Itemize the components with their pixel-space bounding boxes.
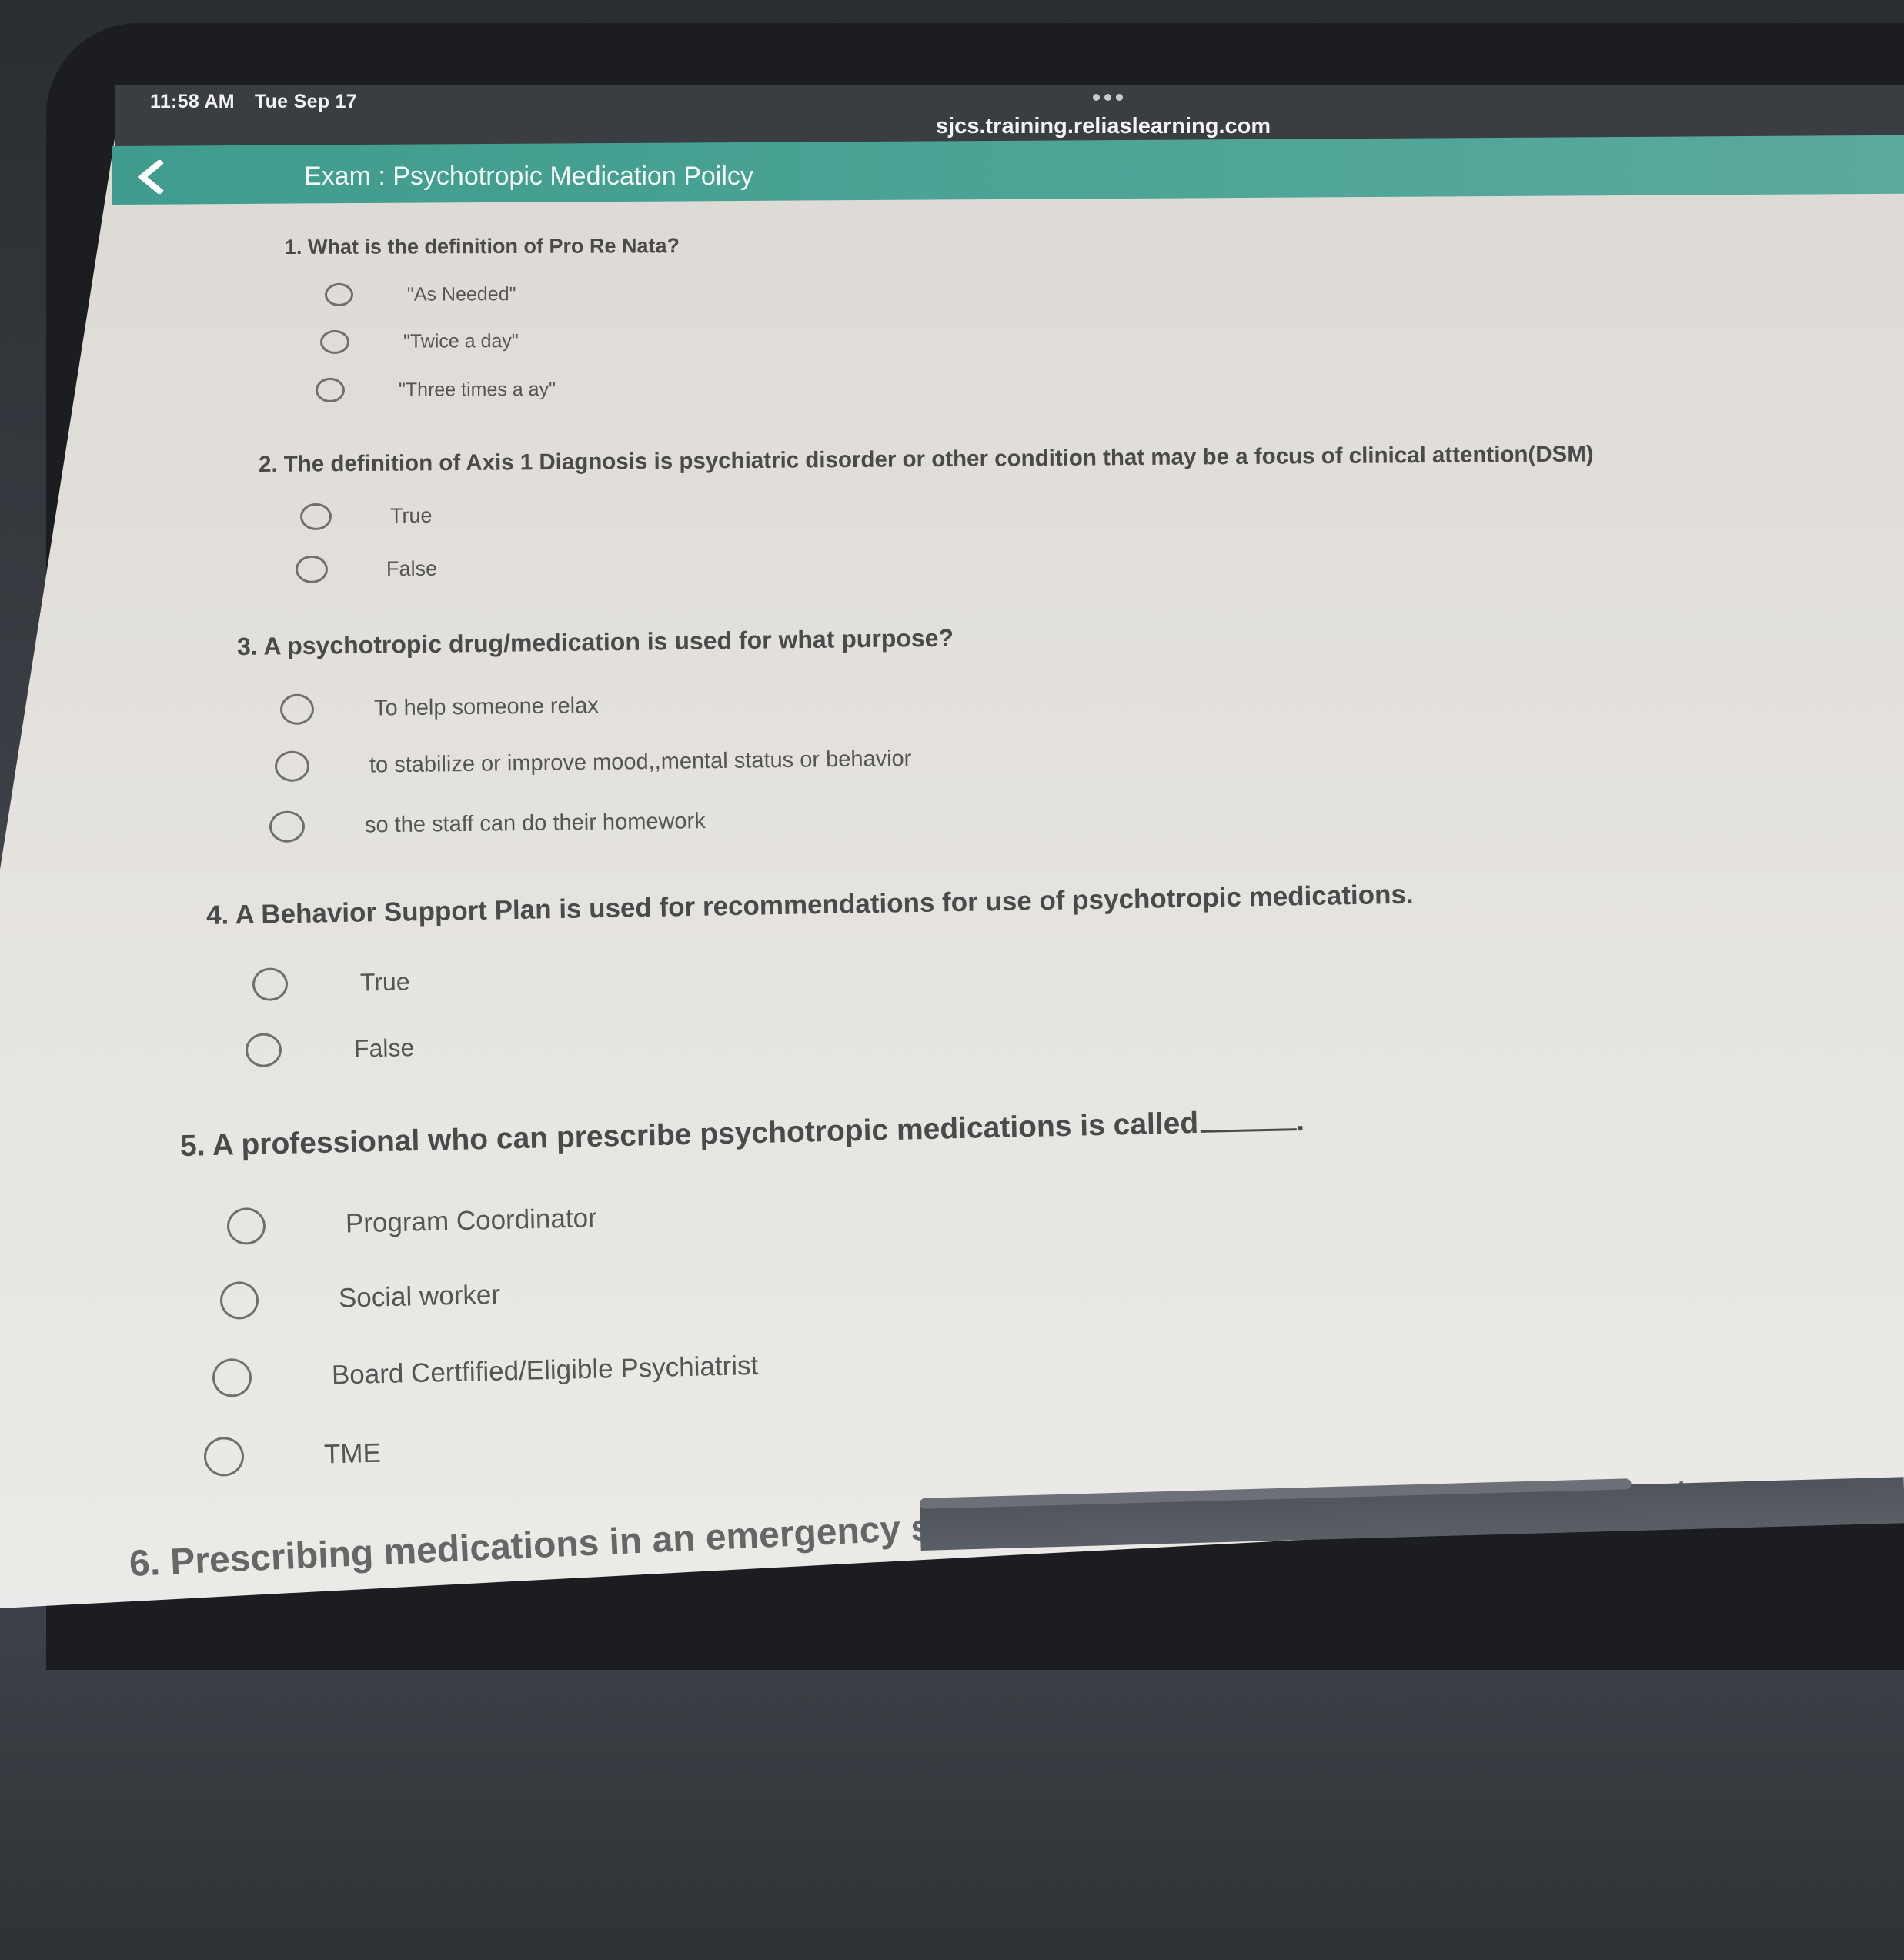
option-q4-b[interactable]: False [245,1030,415,1067]
option-label: TME [323,1437,382,1469]
option-label: so the staff can do their homework [364,809,706,838]
option-q1-a[interactable]: "As Needed" [324,282,516,306]
option-label: False [353,1033,415,1063]
radio-q4-a[interactable] [252,967,289,1001]
option-label: True [359,967,410,997]
option-q2-b[interactable]: False [295,555,438,583]
option-q1-b[interactable]: "Twice a day" [319,329,519,354]
option-label: "As Needed" [406,282,516,306]
option-label: "Three times a ay" [398,378,556,401]
radio-q3-c[interactable] [269,810,306,843]
option-label: Social worker [338,1279,501,1314]
radio-q3-b[interactable] [274,750,310,782]
option-q4-a-row[interactable]: True [252,965,410,1001]
option-label: to stabilize or improve mood,,mental sta… [369,746,912,777]
radio-q5-c[interactable] [212,1357,252,1397]
option-q3-a[interactable]: To help someone relax [279,690,599,725]
radio-q1-a[interactable] [324,282,354,306]
option-q1-c[interactable]: "Three times a ay" [315,377,556,402]
option-label: Program Coordinator [345,1203,598,1239]
option-q5-a[interactable]: Program Coordinator [226,1200,597,1245]
question-5-text: 5. A professional who can prescribe psyc… [180,1104,1305,1164]
answer-blank [1200,1127,1297,1133]
question-4-text: 4. A Behavior Support Plan is used for r… [205,879,1414,930]
radio-q1-b[interactable] [319,329,350,354]
question-1-text: 1. What is the definition of Pro Re Nata… [284,234,680,259]
radio-q3-a[interactable] [279,693,315,725]
radio-q4-b[interactable] [245,1033,282,1067]
option-q3-c[interactable]: so the staff can do their homework [269,806,706,843]
option-q5-b[interactable]: Social worker [219,1276,500,1320]
radio-q2-b[interactable] [295,555,329,583]
option-label: To help someone relax [373,693,599,721]
option-label: "Twice a day" [403,330,519,352]
option-label: False [386,556,438,580]
radio-q2-a[interactable] [299,503,332,530]
radio-q5-b[interactable] [219,1281,259,1320]
option-q3-b[interactable]: to stabilize or improve mood,,mental sta… [274,743,912,782]
option-q5-c[interactable]: Board Certfified/Eligible Psychiatrist [212,1347,759,1397]
question-3-text: 3. A psychotropic drug/medication is use… [236,623,954,660]
question-5-suffix: . [1295,1104,1305,1138]
radio-q5-a[interactable] [226,1207,266,1245]
exam-content: 1. What is the definition of Pro Re Nata… [0,0,1904,1960]
option-label: Board Certfified/Eligible Psychiatrist [331,1350,759,1391]
option-label: True [389,503,433,528]
option-q2-a[interactable]: True [299,503,433,530]
radio-q5-d[interactable] [203,1436,245,1477]
question-5-stem: 5. A professional who can prescribe psyc… [179,1106,1199,1163]
option-q5-d[interactable]: TME [203,1434,381,1477]
question-2-text: 2. The definition of Axis 1 Diagnosis is… [258,441,1594,477]
radio-q1-c[interactable] [315,377,346,402]
